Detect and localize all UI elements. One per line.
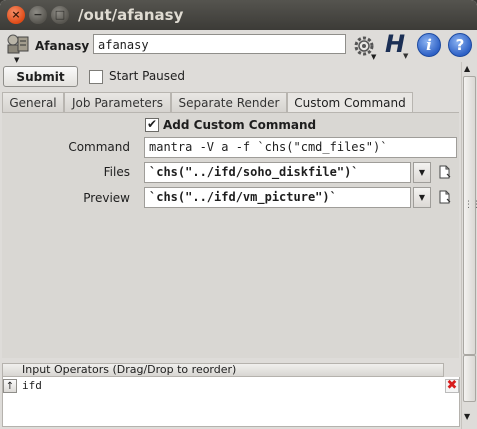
start-paused-label: Start Paused xyxy=(109,69,186,83)
input-operator-item[interactable]: ifd xyxy=(22,379,42,392)
node-name-input[interactable]: afanasy xyxy=(93,34,346,54)
move-up-arrow-icon[interactable]: ↑ xyxy=(3,379,17,393)
scroll-down-arrow-icon[interactable]: ▼ xyxy=(464,412,470,421)
file-chooser-icon[interactable] xyxy=(439,190,451,204)
start-paused-checkbox[interactable] xyxy=(89,70,103,84)
command-label: Command xyxy=(68,140,130,154)
tab-job-parameters[interactable]: Job Parameters xyxy=(64,92,171,112)
scrollbar-grip-icon: ⋮⋮ xyxy=(464,200,477,210)
maximize-window-button[interactable]: □ xyxy=(51,6,69,24)
scroll-up-arrow-icon[interactable]: ▲ xyxy=(464,64,470,73)
preview-label: Preview xyxy=(83,191,130,205)
info-icon[interactable]: i xyxy=(417,33,441,57)
title-bar: × − □ /out/afanasy xyxy=(0,0,477,30)
node-menu-chevron-down-icon[interactable]: ▼ xyxy=(14,56,19,64)
files-label: Files xyxy=(103,165,130,179)
input-operators-title: Input Operators (Drag/Drop to reorder) xyxy=(22,363,237,376)
add-custom-command-label: Add Custom Command xyxy=(163,118,317,132)
add-custom-command-checkbox[interactable]: ✔ xyxy=(145,118,159,132)
afanasy-node-icon[interactable] xyxy=(5,33,31,57)
minimize-window-button[interactable]: − xyxy=(29,6,47,24)
tab-custom-command[interactable]: Custom Command xyxy=(287,92,413,113)
command-field[interactable]: mantra -V a -f `chs("cmd_files")` xyxy=(144,137,457,158)
submit-button[interactable]: Submit xyxy=(3,66,78,87)
node-type-label: Afanasy xyxy=(35,39,90,53)
preview-field[interactable]: `chs("../ifd/vm_picture")` xyxy=(144,187,411,208)
help-icon[interactable]: ? xyxy=(448,33,472,57)
preview-dropdown-chevron-down-icon[interactable]: ▼ xyxy=(413,187,431,208)
tab-general[interactable]: General xyxy=(2,92,64,112)
window-title: /out/afanasy xyxy=(78,6,184,24)
file-chooser-icon[interactable] xyxy=(439,165,451,179)
input-operators-header: Input Operators (Drag/Drop to reorder) xyxy=(2,363,444,377)
houdini-chevron-down-icon[interactable]: ▼ xyxy=(403,52,408,60)
input-operators-list xyxy=(2,377,460,427)
tab-separate-render[interactable]: Separate Render xyxy=(171,92,287,112)
files-dropdown-chevron-down-icon[interactable]: ▼ xyxy=(413,162,431,183)
houdini-parameter-window: × − □ /out/afanasy ▼ Afanasy afanasy ▼ H… xyxy=(0,0,477,429)
delete-operator-icon[interactable]: ✖ xyxy=(445,379,459,393)
close-window-button[interactable]: × xyxy=(7,6,25,24)
gear-chevron-down-icon[interactable]: ▼ xyxy=(371,53,376,61)
files-field[interactable]: `chs("../ifd/soho_diskfile")` xyxy=(144,162,411,183)
lower-scrollbar-thumb[interactable] xyxy=(463,355,476,402)
scrollbar-thumb[interactable] xyxy=(463,76,476,355)
